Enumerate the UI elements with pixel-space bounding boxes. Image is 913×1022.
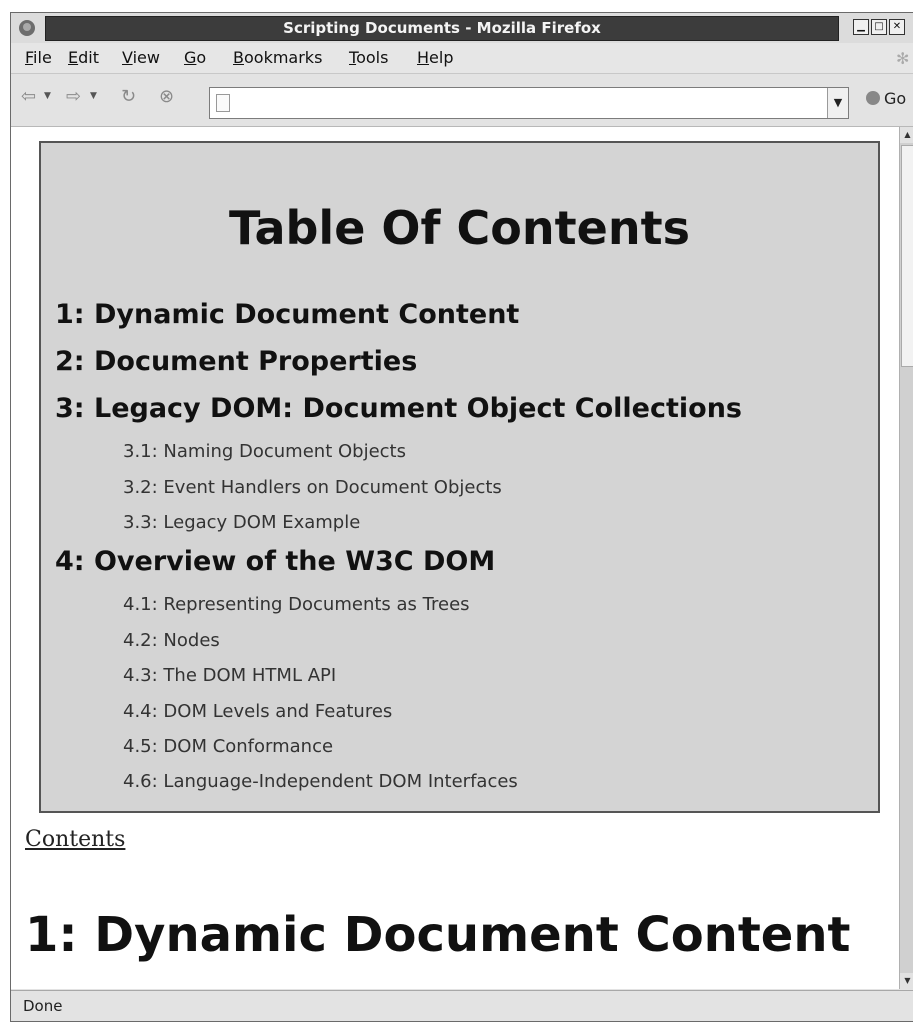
menu-go[interactable]: Go — [184, 48, 206, 67]
title-bar: Scripting Documents - Mozilla Firefox ▁ … — [11, 13, 913, 43]
address-dropdown-button[interactable]: ▼ — [827, 88, 848, 118]
menu-help[interactable]: Help — [417, 48, 453, 67]
window-title: Scripting Documents - Mozilla Firefox — [283, 19, 601, 37]
browser-window: Scripting Documents - Mozilla Firefox ▁ … — [10, 12, 913, 1022]
firefox-app-icon[interactable] — [17, 18, 37, 38]
toc-link-section-3-2[interactable]: 3.2: Event Handlers on Document Objects — [123, 477, 502, 498]
menu-file[interactable]: File — [25, 48, 52, 67]
vertical-scrollbar[interactable]: ▲ ▼ — [899, 127, 913, 989]
toc-title: Table Of Contents — [229, 201, 690, 255]
menu-bar: File Edit View Go Bookmarks Tools Help ✻ — [11, 43, 913, 74]
back-arrow-icon[interactable]: ⇦ — [21, 86, 36, 107]
toc-link-section-4-6[interactable]: 4.6: Language-Independent DOM Interfaces — [123, 771, 518, 792]
menu-view[interactable]: View — [122, 48, 160, 67]
toc-link-section-4-4[interactable]: 4.4: DOM Levels and Features — [123, 701, 392, 722]
status-bar: Done — [11, 990, 913, 1021]
page-icon — [216, 94, 230, 112]
status-text: Done — [23, 997, 63, 1015]
menu-tools[interactable]: Tools — [349, 48, 388, 67]
close-button[interactable]: ✕ — [889, 19, 905, 35]
forward-dropdown-icon[interactable]: ▼ — [90, 91, 97, 101]
forward-arrow-icon[interactable]: ⇨ — [66, 86, 81, 107]
page-content: Table Of Contents 1: Dynamic Document Co… — [11, 127, 899, 989]
back-dropdown-icon[interactable]: ▼ — [44, 91, 51, 101]
go-icon[interactable] — [866, 91, 880, 105]
title-bar-caption: Scripting Documents - Mozilla Firefox — [45, 16, 839, 41]
contents-link[interactable]: Contents — [25, 827, 125, 852]
reload-icon[interactable]: ↻ — [121, 86, 136, 107]
table-of-contents: Table Of Contents 1: Dynamic Document Co… — [39, 141, 880, 813]
toc-link-section-1[interactable]: 1: Dynamic Document Content — [55, 299, 519, 330]
toc-link-section-3-3[interactable]: 3.3: Legacy DOM Example — [123, 512, 360, 533]
toc-link-section-2[interactable]: 2: Document Properties — [55, 346, 417, 377]
maximize-button[interactable]: □ — [871, 19, 887, 35]
go-button-label[interactable]: Go — [884, 89, 906, 108]
address-bar[interactable]: ▼ — [209, 87, 849, 119]
scroll-thumb[interactable] — [901, 145, 913, 367]
toc-link-section-4[interactable]: 4: Overview of the W3C DOM — [55, 546, 495, 577]
toc-link-section-3-1[interactable]: 3.1: Naming Document Objects — [123, 441, 406, 462]
throbber-icon: ✻ — [896, 49, 910, 68]
scroll-up-arrow-icon[interactable]: ▲ — [900, 127, 913, 143]
stop-icon[interactable]: ⊗ — [159, 86, 174, 107]
section-heading: 1: Dynamic Document Content — [25, 907, 851, 963]
toc-link-section-4-2[interactable]: 4.2: Nodes — [123, 630, 220, 651]
menu-bookmarks[interactable]: Bookmarks — [233, 48, 322, 67]
navigation-toolbar: ⇦ ▼ ⇨ ▼ ↻ ⊗ ▼ Go — [11, 74, 913, 127]
minimize-button[interactable]: ▁ — [853, 19, 869, 35]
toc-link-section-3[interactable]: 3: Legacy DOM: Document Object Collectio… — [55, 393, 742, 424]
scroll-down-arrow-icon[interactable]: ▼ — [900, 973, 913, 989]
toc-link-section-4-3[interactable]: 4.3: The DOM HTML API — [123, 665, 336, 686]
toc-link-section-4-1[interactable]: 4.1: Representing Documents as Trees — [123, 594, 470, 615]
menu-edit[interactable]: Edit — [68, 48, 99, 67]
toc-link-section-4-5[interactable]: 4.5: DOM Conformance — [123, 736, 333, 757]
